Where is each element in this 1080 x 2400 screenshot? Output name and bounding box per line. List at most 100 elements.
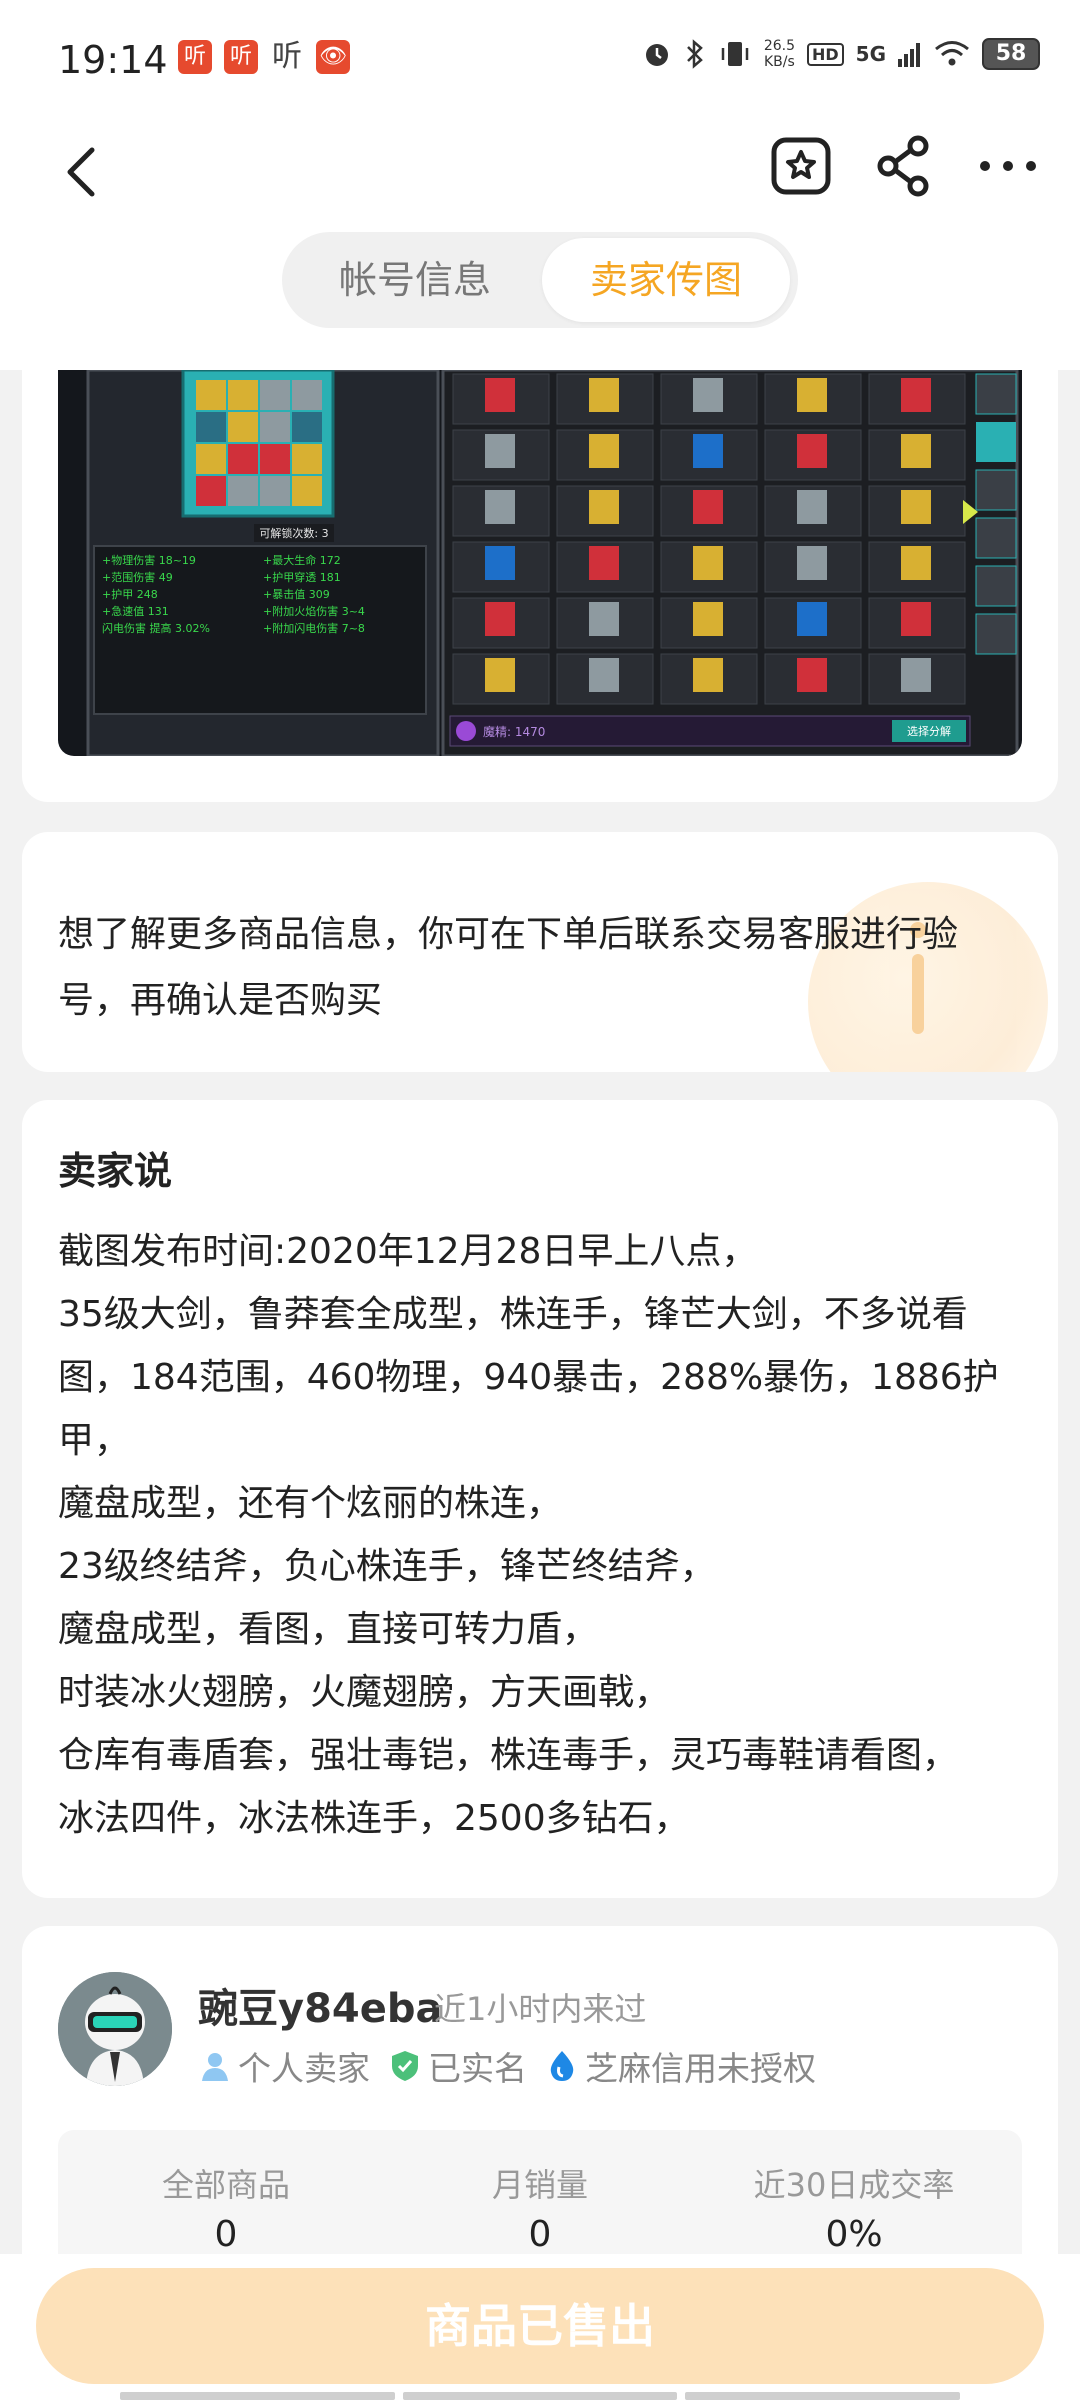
description-line: 时装冰火翅膀，火魔翅膀，方天画戟， bbox=[58, 1672, 671, 1713]
stat-left-3: +护甲 248 bbox=[102, 587, 158, 601]
inventory-item-icon bbox=[485, 378, 515, 412]
inventory-item-icon bbox=[901, 378, 931, 412]
tab-seller-images[interactable]: 卖家传图 bbox=[542, 238, 790, 322]
description-line: 魔盘成型，看图，直接可转力盾， bbox=[58, 1609, 599, 1650]
inventory-item-icon bbox=[797, 490, 827, 524]
credit-tag[interactable]: 芝麻信用未授权 bbox=[545, 2042, 816, 2090]
status-indicators: 26.5 KB/s HD 5G 58 bbox=[642, 38, 1040, 70]
seller-tags: 个人卖家 已实名 芝麻信用未授权 bbox=[198, 2042, 816, 2090]
more-dots-icon bbox=[980, 161, 1036, 171]
gesture-bar bbox=[120, 2392, 961, 2400]
signal-bars-icon bbox=[898, 43, 920, 67]
seller-last-active: 近1小时内来过 bbox=[434, 1990, 647, 2028]
favorite-button[interactable] bbox=[768, 126, 834, 206]
magic-label: 魔精: 1470 bbox=[483, 724, 545, 739]
stat-right-3: +暴击值 309 bbox=[263, 588, 330, 601]
inventory-item-icon bbox=[693, 490, 723, 524]
inventory-item-icon bbox=[589, 546, 619, 580]
inventory-item-icon bbox=[901, 434, 931, 468]
game-screenshot[interactable]: 可解锁次数: 3 +物理伤害 18~19 +范围伤害 49 +护甲 248 +急… bbox=[58, 370, 1022, 756]
stat-right-1: +最大生命 172 bbox=[263, 553, 341, 567]
tab-account-info[interactable]: 帐号信息 bbox=[290, 238, 540, 322]
back-arrow-icon bbox=[67, 147, 95, 197]
description-line: 截图发布时间:2020年12月28日早上八点， bbox=[58, 1231, 758, 1272]
inventory-item-icon bbox=[901, 658, 931, 692]
inventory-item-icon bbox=[485, 490, 515, 524]
seller-name[interactable]: 豌豆y84eba bbox=[198, 1976, 443, 2034]
avatar[interactable] bbox=[58, 1972, 172, 2086]
inventory-item-icon bbox=[797, 658, 827, 692]
personal-seller-tag: 个人卖家 bbox=[198, 2042, 370, 2090]
inventory-item-icon bbox=[589, 434, 619, 468]
inventory-item-icon bbox=[485, 546, 515, 580]
status-bar: 19:14 听 听 听 👁 26.5 KB/s HD 5G 58 bbox=[0, 0, 1080, 120]
inventory-item-icon bbox=[485, 602, 515, 636]
stat-monthly-sales: 月销量 0 bbox=[491, 2166, 588, 2255]
inventory-item-icon bbox=[589, 490, 619, 524]
stat-deal-rate: 近30日成交率 0% bbox=[753, 2166, 955, 2255]
seller-says-title: 卖家说 bbox=[58, 1149, 173, 1193]
battery-icon: 58 bbox=[982, 38, 1040, 70]
seller-image-card: 可解锁次数: 3 +物理伤害 18~19 +范围伤害 49 +护甲 248 +急… bbox=[22, 370, 1058, 802]
app-notification-icon: 👁 bbox=[316, 40, 350, 74]
stat-right-4: +附加火焰伤害 3~4 bbox=[263, 604, 365, 618]
description-line: 冰法四件，冰法株连手，2500多钻石， bbox=[58, 1798, 690, 1839]
sesame-credit-icon bbox=[550, 2051, 574, 2081]
alarm-icon bbox=[645, 44, 668, 66]
decompose-button: 选择分解 bbox=[907, 724, 951, 738]
app-notification-icon: 听 bbox=[224, 40, 258, 74]
seller-says-body: 截图发布时间:2020年12月28日早上八点， 35级大剑，鲁莽套全成型，株连手… bbox=[58, 1220, 1033, 1850]
back-button[interactable] bbox=[52, 130, 112, 210]
inventory-item-icon bbox=[693, 434, 723, 468]
inventory-item-icon bbox=[693, 546, 723, 580]
inventory-item-icon bbox=[797, 434, 827, 468]
stat-left-1: +物理伤害 18~19 bbox=[102, 553, 196, 567]
stat-left-2: +范围伤害 49 bbox=[102, 570, 173, 584]
description-line: 仓库有毒盾套，强壮毒铠，株连毒手，灵巧毒鞋请看图， bbox=[58, 1735, 959, 1776]
purchase-notice-text: 想了解更多商品信息，你可在下单后联系交易客服进行验号，再确认是否购买 bbox=[58, 914, 959, 1021]
network-speed: 26.5 KB/s bbox=[763, 38, 795, 70]
inventory-item-icon bbox=[693, 602, 723, 636]
stat-all-goods[interactable]: 全部商品 0 bbox=[76, 2160, 376, 2255]
unlock-count-label: 可解锁次数: 3 bbox=[259, 526, 328, 540]
vibrate-icon bbox=[721, 42, 749, 66]
inventory-item-icon bbox=[589, 602, 619, 636]
app-notification-icon: 听 bbox=[272, 39, 302, 74]
status-time: 19:14 bbox=[58, 38, 168, 82]
inventory-item-icon bbox=[693, 658, 723, 692]
stat-right-5: +附加闪电伤害 7~8 bbox=[263, 621, 365, 635]
purchase-notice-card: 想了解更多商品信息，你可在下单后联系交易客服进行验号，再确认是否购买 bbox=[22, 832, 1058, 1072]
inventory-item-icon bbox=[485, 658, 515, 692]
inventory-item-icon bbox=[901, 602, 931, 636]
inventory-item-icon bbox=[693, 378, 723, 412]
top-navigation: 帐号信息 卖家传图 bbox=[0, 120, 1080, 370]
status-app-icons: 听 听 听 👁 bbox=[178, 40, 350, 74]
inventory-item-icon bbox=[589, 378, 619, 412]
description-line: 魔盘成型，还有个炫丽的株连， bbox=[58, 1483, 563, 1524]
stat-left-4: +急速值 131 bbox=[102, 604, 169, 618]
app-notification-icon: 听 bbox=[178, 40, 212, 74]
description-line: 23级终结斧，负心株连手，锋芒终结斧， bbox=[58, 1546, 716, 1587]
more-options-button[interactable] bbox=[975, 126, 1041, 206]
robot-avatar-icon bbox=[58, 1972, 172, 2086]
inventory-item-icon bbox=[901, 546, 931, 580]
sold-out-button[interactable]: 商品已售出 bbox=[36, 2268, 1044, 2384]
inventory-item-icon bbox=[797, 602, 827, 636]
inventory-item-icon bbox=[485, 434, 515, 468]
favorite-star-icon bbox=[771, 137, 831, 195]
description-line: 35级大剑，鲁莽套全成型，株连手，锋芒大剑，不多说看图，184范围，460物理，… bbox=[58, 1294, 999, 1461]
stat-right-2: +护甲穿透 181 bbox=[263, 570, 341, 584]
hd-indicator: HD bbox=[806, 42, 844, 66]
seller-description-card: 卖家说 截图发布时间:2020年12月28日早上八点， 35级大剑，鲁莽套全成型… bbox=[22, 1100, 1058, 1898]
tab-switcher: 帐号信息 卖家传图 bbox=[282, 232, 798, 328]
share-button[interactable] bbox=[870, 126, 936, 206]
game-screenshot-art: 可解锁次数: 3 +物理伤害 18~19 +范围伤害 49 +护甲 248 +急… bbox=[86, 370, 1019, 756]
person-icon bbox=[202, 2053, 228, 2081]
inventory-item-icon bbox=[901, 490, 931, 524]
inventory-item-icon bbox=[797, 378, 827, 412]
shield-check-icon bbox=[392, 2051, 418, 2081]
verified-tag: 已实名 bbox=[388, 2042, 527, 2090]
bluetooth-icon bbox=[686, 39, 703, 69]
inventory-item-icon bbox=[589, 658, 619, 692]
wifi-icon bbox=[935, 41, 969, 66]
